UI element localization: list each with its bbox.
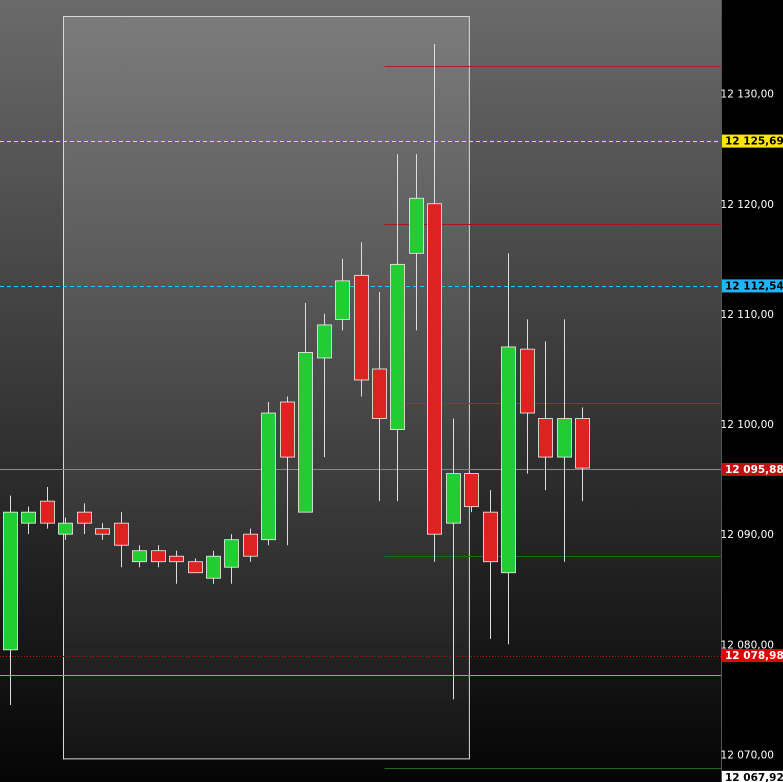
- candle-body-up: [224, 539, 239, 568]
- candle-body-down: [464, 473, 479, 508]
- candle[interactable]: [464, 473, 479, 513]
- candle-body-down: [538, 418, 553, 458]
- candle-body-down: [280, 401, 295, 458]
- candle-body-down: [354, 274, 369, 381]
- candle-body-down: [169, 555, 184, 563]
- y-tick-label: 12 120,00: [721, 199, 774, 211]
- price-marker-label: 12 125,69: [725, 136, 783, 148]
- candle-body-up: [298, 352, 313, 513]
- candle-body-up: [58, 522, 73, 535]
- candle-body-up: [132, 550, 147, 563]
- candle-body-up: [501, 346, 516, 574]
- candlestick-chart[interactable]: 12 130,00 12 120,00 12 110,00 12 100,00 12 0…: [0, 0, 783, 782]
- y-tick-label: 12 070,00: [721, 749, 774, 761]
- candle-body-down: [114, 522, 129, 546]
- price-marker[interactable]: 12 095,88: [722, 462, 783, 476]
- price-axis-background: [721, 0, 783, 782]
- candle-body-up: [409, 197, 424, 254]
- price-marker[interactable]: 12 125,69: [722, 134, 783, 148]
- candle-body-down: [95, 528, 110, 535]
- candle[interactable]: [261, 402, 276, 546]
- candle-body-down: [188, 561, 203, 574]
- price-marker-label: 12 095,88: [725, 464, 783, 476]
- y-tick-label: 12 100,00: [721, 419, 774, 431]
- candle-body-down: [483, 511, 498, 563]
- candle-body-down: [520, 348, 535, 414]
- candle-body-down: [77, 511, 92, 524]
- price-marker[interactable]: 12 112,54: [722, 279, 783, 293]
- candle-body-up: [261, 412, 276, 541]
- candle-body-up: [317, 324, 332, 359]
- candle-body-up: [335, 280, 350, 320]
- y-tick-label: 12 090,00: [721, 529, 774, 541]
- selection-range[interactable]: [63, 16, 470, 760]
- candle-body-down: [243, 533, 258, 557]
- candle-body-up: [557, 418, 572, 458]
- price-marker[interactable]: 12 067,92: [722, 770, 783, 782]
- price-marker[interactable]: 12 078,98: [722, 649, 783, 663]
- y-tick-label: 12 130,00: [721, 89, 774, 101]
- candle-body-down: [575, 418, 590, 469]
- price-marker-label: 12 067,92: [725, 772, 783, 782]
- candle-body-up: [206, 555, 221, 579]
- candle-body-down: [151, 550, 166, 563]
- candle-body-up: [21, 511, 36, 524]
- price-marker-label: 12 112,54: [725, 280, 783, 292]
- candle-body-down: [427, 203, 442, 535]
- candle-body-up: [3, 511, 18, 651]
- candle-body-down: [372, 368, 387, 419]
- candle-body-down: [40, 500, 55, 524]
- y-tick-label: 12 110,00: [721, 309, 774, 321]
- candle-body-up: [390, 263, 405, 430]
- price-marker-label: 12 078,98: [725, 650, 783, 662]
- candle-body-up: [446, 473, 461, 524]
